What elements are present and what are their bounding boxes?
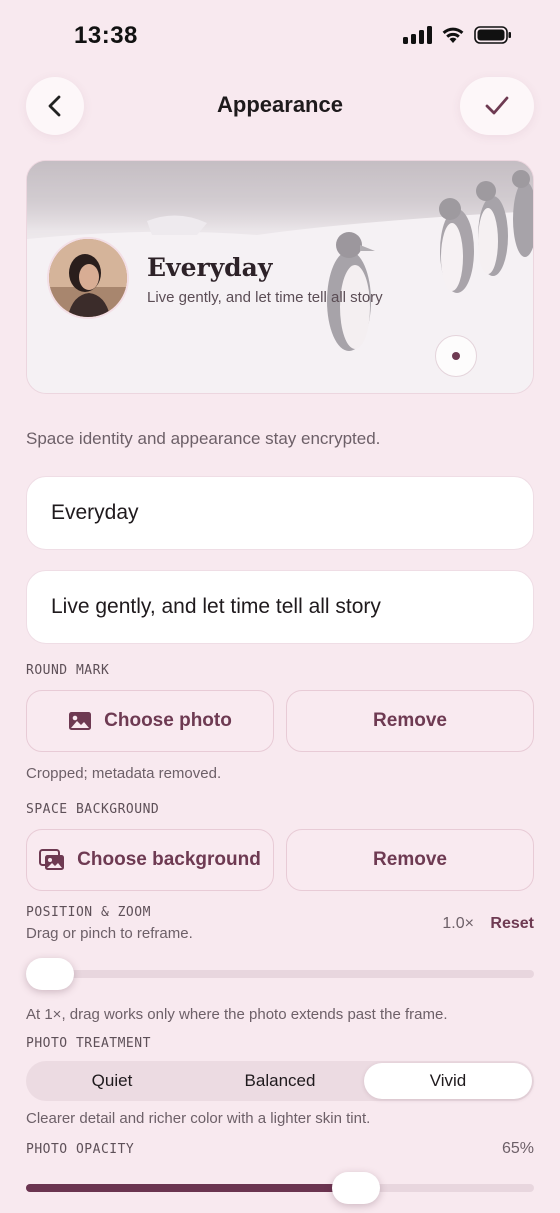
photo-opacity-label: PHOTO OPACITY — [26, 1142, 135, 1157]
status-bar: 13:38 — [0, 0, 560, 72]
status-time: 13:38 — [74, 22, 138, 49]
segment-balanced[interactable]: Balanced — [196, 1063, 364, 1099]
position-zoom-hint: Drag or pinch to reframe. — [26, 925, 193, 942]
segment-quiet[interactable]: Quiet — [28, 1063, 196, 1099]
preview-space-name: Everyday — [147, 253, 273, 282]
space-background-label: SPACE BACKGROUND — [26, 802, 160, 817]
checkmark-icon — [485, 96, 509, 115]
choose-photo-label: Choose photo — [104, 710, 232, 731]
photo-treatment-note: Clearer detail and richer color with a l… — [26, 1110, 371, 1127]
photo-icon — [69, 712, 92, 730]
position-zoom-label: POSITION & ZOOM — [26, 905, 151, 920]
photo-treatment-label: PHOTO TREATMENT — [26, 1036, 151, 1051]
photo-opacity-fill — [26, 1184, 357, 1192]
status-icons — [403, 26, 512, 44]
zoom-slider-thumb[interactable] — [26, 958, 74, 990]
encryption-note: Space identity and appearance stay encry… — [26, 429, 381, 448]
space-preview-card: Everyday Live gently, and let time tell … — [26, 160, 534, 394]
remove-background-label: Remove — [373, 849, 447, 870]
space-tagline-field[interactable]: Live gently, and let time tell all story — [26, 570, 534, 644]
photo-treatment-segmented-control[interactable]: Quiet Balanced Vivid — [26, 1061, 534, 1101]
reset-zoom-button[interactable]: Reset — [490, 915, 534, 933]
round-mark-avatar — [47, 237, 129, 319]
dot-icon — [452, 352, 460, 360]
remove-photo-button[interactable]: Remove — [286, 690, 534, 752]
photo-opacity-thumb[interactable] — [332, 1172, 381, 1204]
choose-background-button[interactable]: Choose background — [26, 829, 274, 891]
remove-photo-label: Remove — [373, 710, 447, 731]
space-name-field[interactable]: Everyday — [26, 476, 534, 550]
space-tagline-value: Live gently, and let time tell all story — [51, 595, 381, 618]
space-name-value: Everyday — [51, 501, 139, 524]
photo-opacity-slider[interactable] — [26, 1172, 534, 1204]
signal-icon — [403, 26, 432, 44]
round-mark-note: Cropped; metadata removed. — [26, 765, 222, 782]
zoom-slider[interactable] — [26, 958, 534, 990]
wifi-icon — [442, 27, 464, 43]
position-zoom-note: At 1×, drag works only where the photo e… — [26, 1006, 448, 1023]
photo-opacity-value: 65% — [501, 1140, 534, 1157]
round-mark-label: ROUND MARK — [26, 663, 110, 678]
done-button[interactable] — [460, 77, 534, 135]
preview-space-tagline: Live gently, and let time tell all story — [147, 289, 383, 306]
battery-icon — [474, 26, 511, 44]
remove-background-button[interactable]: Remove — [286, 829, 534, 891]
photos-stack-icon — [39, 849, 65, 870]
zoom-value: 1.0× — [442, 915, 474, 932]
choose-background-label: Choose background — [77, 849, 261, 870]
preview-focus-button[interactable] — [435, 335, 477, 377]
choose-photo-button[interactable]: Choose photo — [26, 690, 274, 752]
segment-vivid[interactable]: Vivid — [364, 1063, 532, 1099]
